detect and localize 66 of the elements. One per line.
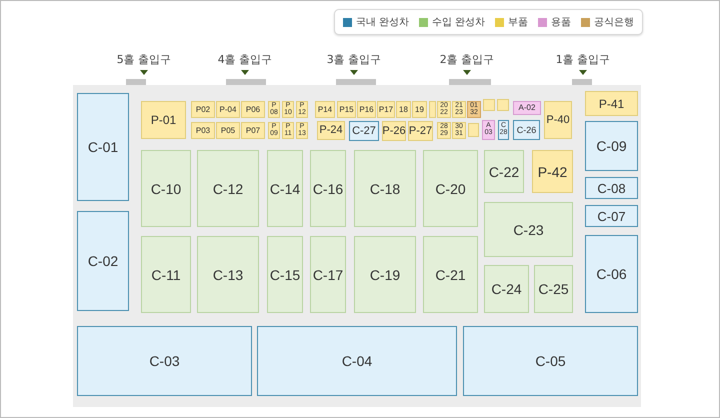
booth: C-10 <box>141 150 191 227</box>
booth: P07 <box>241 122 265 139</box>
booth <box>468 123 479 137</box>
booth: C-01 <box>77 93 129 201</box>
booth: C-18 <box>354 150 416 227</box>
booth: C-13 <box>197 236 259 313</box>
booth: C-05 <box>463 326 638 396</box>
booth: C-22 <box>484 150 524 193</box>
booth <box>497 99 509 111</box>
legend-label: 부품 <box>508 16 528 29</box>
booth: P-26 <box>382 121 406 141</box>
entrance-label: 3홀 출입구 <box>326 52 382 67</box>
booth: C-19 <box>354 236 416 313</box>
booth: 19 <box>412 101 427 118</box>
booth: C-15 <box>267 236 303 313</box>
booth: C-24 <box>484 265 529 313</box>
booth: P06 <box>241 101 265 118</box>
legend-label: 용품 <box>551 16 572 29</box>
booth: P02 <box>191 101 215 118</box>
booth: P-04 <box>216 101 240 118</box>
booth: A-02 <box>513 101 541 115</box>
booth: P-40 <box>544 101 572 139</box>
booth: C-14 <box>267 150 303 227</box>
booth: C-08 <box>585 177 638 199</box>
legend-label: 수입 완성차 <box>432 16 486 29</box>
booth: P17 <box>377 101 395 118</box>
entrance-label: 5홀 출입구 <box>116 52 172 67</box>
booth: C-09 <box>585 121 638 171</box>
booth: C-26 <box>513 120 540 140</box>
booth: C-07 <box>585 205 638 227</box>
legend-label: 국내 완성차 <box>356 16 409 29</box>
entrance-marker <box>226 79 266 85</box>
booth <box>429 101 436 118</box>
booth: C-04 <box>257 326 457 396</box>
booth: C-12 <box>197 150 259 227</box>
entrance-marker <box>449 79 491 85</box>
booth: P15 <box>337 101 356 118</box>
booth: C-03 <box>77 326 252 396</box>
booth: C-16 <box>310 150 346 227</box>
entrance-label: 2홀 출입구 <box>438 52 496 67</box>
legend-label: 공식은행 <box>594 16 634 29</box>
entrance-marker <box>336 79 376 85</box>
entrance-marker <box>126 79 146 85</box>
booth: P05 <box>216 122 240 139</box>
booth: C-25 <box>534 265 573 313</box>
booth: 18 <box>396 101 411 118</box>
booth: C-27 <box>349 121 379 141</box>
booth <box>483 99 495 111</box>
booth: C-23 <box>484 202 573 257</box>
booth: P14 <box>315 101 335 118</box>
entrance-label: 1홀 출입구 <box>554 52 612 67</box>
booth: P-24 <box>317 121 345 140</box>
booth: C-06 <box>585 235 638 313</box>
booth: P-27 <box>408 121 433 141</box>
booth: P-42 <box>532 150 573 193</box>
booth: C-11 <box>141 236 191 313</box>
booth: P03 <box>191 122 215 139</box>
entrance-label: 4홀 출입구 <box>216 52 274 67</box>
booth: C-02 <box>77 211 129 311</box>
booth: P16 <box>357 101 376 118</box>
booth: P-01 <box>141 101 186 139</box>
booth: P-41 <box>585 91 638 116</box>
booth: C-17 <box>310 236 346 313</box>
booth: C-21 <box>423 236 478 313</box>
booth: C-20 <box>423 150 478 227</box>
entrance-marker <box>572 79 592 85</box>
